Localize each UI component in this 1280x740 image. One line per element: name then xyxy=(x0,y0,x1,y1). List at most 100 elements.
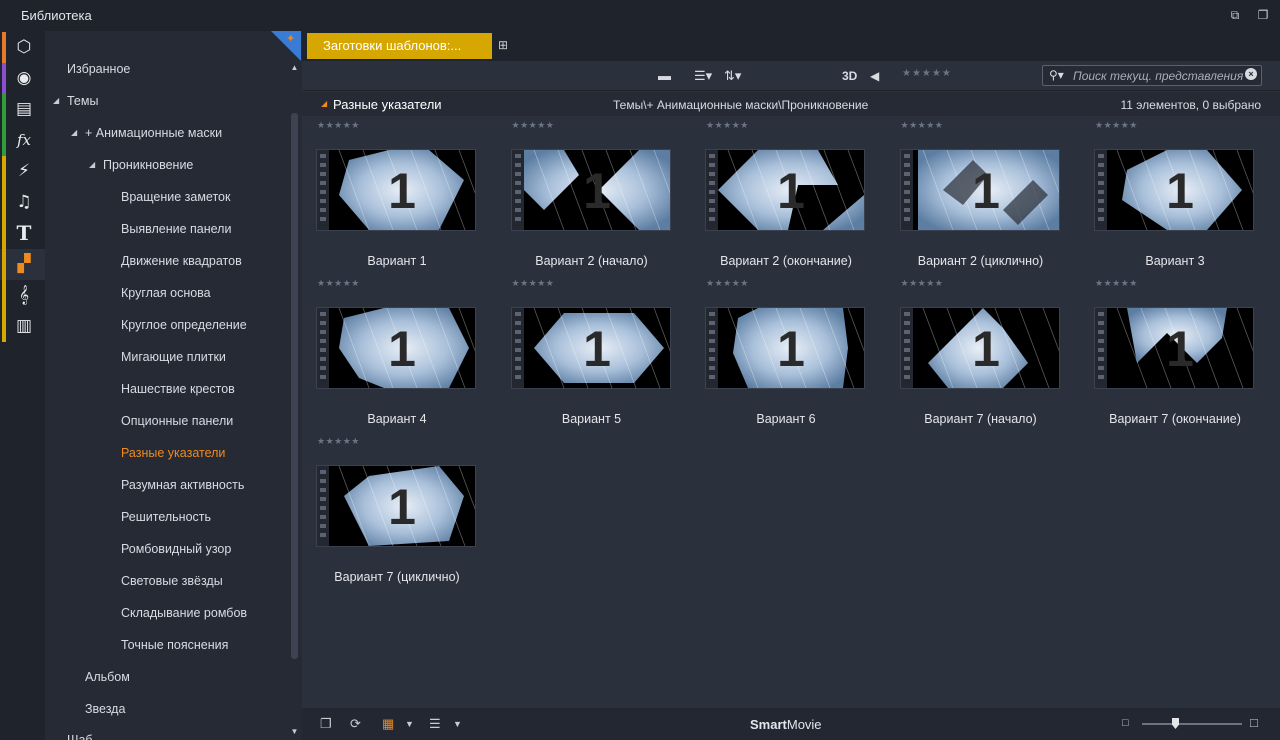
smartmovie-button[interactable]: SmartMovie xyxy=(750,717,822,732)
collapse-arrow-icon[interactable]: ◢ xyxy=(71,122,77,144)
thumbnail[interactable]: 1 xyxy=(900,308,1059,388)
template-card[interactable]: ★★★★★ 1 Вариант 7 (начало) xyxy=(886,274,1066,430)
thumbnail[interactable]: 1 xyxy=(1095,308,1253,388)
clear-search-icon[interactable]: × xyxy=(1245,68,1257,80)
grid-view-dropdown-icon[interactable]: ▼ xyxy=(405,719,414,729)
rail-button-9[interactable]: ▥ xyxy=(0,311,45,342)
rail-button-5[interactable]: ♫ xyxy=(0,187,45,218)
thumbnail[interactable]: 1 xyxy=(1095,150,1253,230)
rating-stars[interactable]: ★★★★★ xyxy=(901,278,944,289)
thumbnail[interactable]: 1 xyxy=(317,150,475,230)
tree-item[interactable]: Точные пояснения xyxy=(121,634,228,656)
zoom-small-icon[interactable]: □ xyxy=(1122,717,1129,729)
view-list-icon[interactable]: ☰▾ xyxy=(694,67,712,85)
tree-item[interactable]: Разумная активность xyxy=(121,474,244,496)
zoom-large-icon[interactable]: □ xyxy=(1250,715,1258,730)
tree-item[interactable]: Мигающие плитки xyxy=(121,346,226,368)
tree-item-favorites[interactable]: Избранное xyxy=(67,58,130,80)
sort-icon[interactable]: ⇅▾ xyxy=(724,67,741,85)
rail-button-1[interactable]: ◉ xyxy=(0,63,45,94)
tree-item[interactable]: Выявление панели xyxy=(121,218,231,240)
thumbnail[interactable]: 1 xyxy=(706,150,864,230)
tree-item[interactable]: Складывание ромбов xyxy=(121,602,247,624)
list-view-dropdown-icon[interactable]: ▼ xyxy=(453,719,462,729)
tree-item[interactable]: Вращение заметок xyxy=(121,186,230,208)
search-icon[interactable]: ⚲▾ xyxy=(1049,68,1064,82)
rating-stars[interactable]: ★★★★★ xyxy=(706,278,749,289)
pin-icon[interactable]: ✦ xyxy=(286,32,295,45)
tree-item[interactable]: Решительность xyxy=(121,506,211,528)
tree-item-themes[interactable]: Темы xyxy=(67,90,98,112)
rail-button-6[interactable]: T xyxy=(0,218,45,249)
template-card[interactable]: ★★★★★ 1 Вариант 7 (окончание) xyxy=(1080,274,1260,430)
collapse-arrow-icon[interactable]: ◢ xyxy=(53,90,59,112)
template-card[interactable]: ★★★★★ 1 Вариант 6 xyxy=(691,274,871,430)
rating-stars[interactable]: ★★★★★ xyxy=(706,120,749,131)
rating-stars[interactable]: ★★★★★ xyxy=(901,120,944,131)
add-tab-icon[interactable]: ⊞ xyxy=(498,38,508,52)
restore-icon[interactable]: ❐ xyxy=(1256,8,1270,22)
rating-stars[interactable]: ★★★★★ xyxy=(317,278,360,289)
template-card[interactable]: ★★★★★ 1 Вариант 7 (циклично) xyxy=(302,432,482,588)
tab-templates[interactable]: Заготовки шаблонов:... xyxy=(307,33,492,59)
tree-item[interactable]: Нашествие крестов xyxy=(121,378,235,400)
zoom-slider-knob[interactable] xyxy=(1172,718,1179,729)
scroll-up-icon[interactable]: ▲ xyxy=(290,63,299,72)
template-card[interactable]: ★★★★★ 1 Вариант 4 xyxy=(302,274,482,430)
tree-item-album[interactable]: Альбом xyxy=(85,666,130,688)
tree-item[interactable]: Круглое определение xyxy=(121,314,247,336)
rail-button-0[interactable]: ⬡ xyxy=(0,32,45,63)
folder-icon[interactable]: ▬ xyxy=(658,67,671,85)
rating-stars[interactable]: ★★★★★ xyxy=(317,436,360,447)
template-card[interactable]: ★★★★★ 1 Вариант 2 (окончание) xyxy=(691,116,871,272)
collapse-arrow-icon[interactable]: ◢ xyxy=(89,154,95,176)
rating-filter[interactable]: ★★★★★ xyxy=(902,68,952,79)
template-card[interactable]: ★★★★★ 1 Вариант 5 xyxy=(497,274,677,430)
copy-icon[interactable]: ❐ xyxy=(320,716,332,732)
tree-item-cut-off[interactable]: Шаб… xyxy=(67,729,105,740)
rail-button-2[interactable]: ▤ xyxy=(0,94,45,125)
scroll-thumb[interactable] xyxy=(291,113,298,659)
thumbnail[interactable]: 1 xyxy=(511,150,670,230)
tree-item-penetration[interactable]: Проникновение xyxy=(103,154,193,176)
rating-stars[interactable]: ★★★★★ xyxy=(512,278,555,289)
group-collapse-icon[interactable]: ◢ xyxy=(321,99,327,108)
tree-item[interactable]: Ромбовидный узор xyxy=(121,538,231,560)
tree-item[interactable]: Движение квадратов xyxy=(121,250,242,272)
thumbnail[interactable]: 1 xyxy=(511,308,670,388)
thumbnail[interactable]: 1 xyxy=(706,308,864,388)
template-card[interactable]: ★★★★★ 1 Вариант 1 xyxy=(302,116,482,272)
tree-item[interactable]: Круглая основа xyxy=(121,282,211,304)
thumbnail[interactable]: 1 xyxy=(317,466,475,546)
thumbnail[interactable]: 1 xyxy=(317,308,475,388)
rating-stars[interactable]: ★★★★★ xyxy=(317,120,360,131)
rating-stars[interactable]: ★★★★★ xyxy=(1095,120,1138,131)
tree-item[interactable]: Световые звёзды xyxy=(121,570,223,592)
tree-item-star[interactable]: Звезда xyxy=(85,698,125,720)
tree-item[interactable]: Разные указатели xyxy=(121,442,225,464)
search-input[interactable] xyxy=(1073,67,1243,84)
scroll-down-icon[interactable]: ▼ xyxy=(290,727,299,736)
3d-filter-button[interactable]: 3D xyxy=(842,67,857,85)
rail-button-3[interactable]: fx xyxy=(0,125,45,156)
tree-item[interactable]: Опционные панели xyxy=(121,410,233,432)
rail-button-7[interactable]: ▞ xyxy=(0,249,45,280)
undock-icon[interactable]: ⧉ xyxy=(1228,8,1242,22)
rating-stars[interactable]: ★★★★★ xyxy=(1095,278,1138,289)
list-view-icon[interactable]: ☰ xyxy=(429,716,441,732)
rail-button-4[interactable]: ⚡ xyxy=(0,156,45,187)
tree-scrollbar[interactable]: ▲ ▼ xyxy=(290,63,299,736)
template-card[interactable]: ★★★★★ 1 Вариант 3 xyxy=(1080,116,1260,272)
grid-view-icon[interactable]: ▦ xyxy=(382,716,394,732)
template-card[interactable]: ★★★★★ 1 Вариант 2 (начало) xyxy=(497,116,677,272)
search-box[interactable]: ⚲▾ × xyxy=(1042,65,1262,86)
rail-button-8[interactable]: 𝄞 xyxy=(0,280,45,311)
zoom-slider[interactable] xyxy=(1142,718,1242,729)
thumbnail[interactable]: 1 xyxy=(900,150,1059,230)
film-hole xyxy=(903,375,910,379)
template-card[interactable]: ★★★★★ 1 Вариант 2 (циклично) xyxy=(886,116,1066,272)
rating-stars[interactable]: ★★★★★ xyxy=(512,120,555,131)
tag-icon[interactable]: ◀ xyxy=(870,67,879,85)
tree-item-anim-masks[interactable]: + Анимационные маски xyxy=(85,122,222,144)
sync-icon[interactable]: ⟳ xyxy=(350,716,361,732)
